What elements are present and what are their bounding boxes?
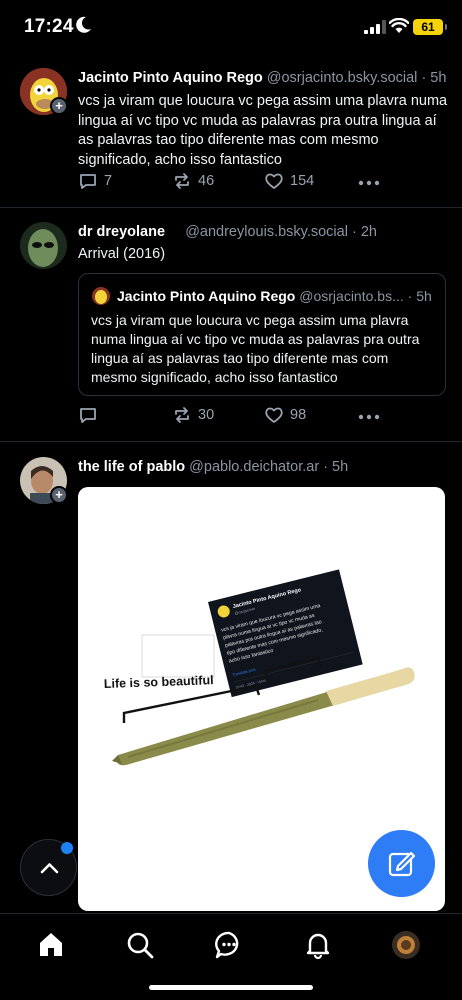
follow-plus-icon[interactable]: + <box>50 486 68 504</box>
avatar[interactable] <box>20 222 67 269</box>
more-options-button[interactable] <box>358 414 380 420</box>
like-button[interactable]: 98 <box>264 405 306 425</box>
quoted-avatar <box>92 287 110 305</box>
heart-icon <box>265 173 283 189</box>
author-name[interactable]: the life of pablo <box>78 459 185 475</box>
post-text: Arrival (2016) <box>78 246 166 262</box>
post-actions: 7 46 154 <box>78 171 418 193</box>
reply-icon <box>80 174 96 189</box>
author-handle[interactable]: @osrjacinto.bsky.social <box>267 70 418 86</box>
like-count: 98 <box>290 407 307 423</box>
quoted-author-name: Jacinto Pinto Aquino Rego <box>117 288 296 304</box>
quoted-author-handle: @osrjacinto.bs... <box>299 288 404 304</box>
quoted-header: Jacinto Pinto Aquino Rego @osrjacinto.bs… <box>117 288 435 304</box>
author-name[interactable]: dr dreyolane <box>78 224 165 240</box>
like-count: 154 <box>290 173 315 189</box>
reply-icon <box>80 408 96 423</box>
post-divider <box>0 441 462 442</box>
post-time: · 5h <box>421 70 447 86</box>
repost-button[interactable]: 46 <box>172 171 214 191</box>
more-options-button[interactable] <box>358 180 380 186</box>
more-options-icon <box>358 180 380 186</box>
meme-caption: Life is so beautiful <box>104 673 214 691</box>
post-divider <box>0 207 462 208</box>
post-header: the life of pablo @pablo.deichator.ar · … <box>78 459 348 475</box>
repost-count: 46 <box>198 173 215 189</box>
post-actions: 30 98 <box>78 405 418 427</box>
status-bar: 17:24 61 <box>0 0 462 56</box>
post-time: · 5h <box>323 459 349 475</box>
compose-icon <box>388 851 416 877</box>
avatar-image <box>20 222 67 269</box>
reply-button[interactable]: 7 <box>78 171 112 191</box>
post-header: dr dreyolane @andreylouis.bsky.social · … <box>78 224 377 240</box>
home-icon[interactable] <box>36 930 66 960</box>
reply-button[interactable] <box>78 405 104 425</box>
quoted-post[interactable]: Jacinto Pinto Aquino Rego @osrjacinto.bs… <box>78 273 446 396</box>
author-name[interactable]: Jacinto Pinto Aquino Rego <box>78 70 263 86</box>
post-text: vcs ja viram que loucura vc pega assim u… <box>78 93 448 168</box>
repost-icon <box>175 173 189 189</box>
new-posts-indicator <box>61 842 73 854</box>
chat-icon[interactable] <box>214 930 244 960</box>
more-options-icon <box>358 414 380 420</box>
compose-post-button[interactable] <box>368 830 435 897</box>
home-indicator <box>149 985 313 990</box>
author-handle[interactable]: @pablo.deichator.ar <box>189 459 319 475</box>
quoted-text: vcs ja viram que loucura vc pega assim u… <box>91 312 420 385</box>
post-time: · 2h <box>351 224 377 240</box>
follow-plus-icon[interactable]: + <box>50 97 68 115</box>
notifications-bell-icon[interactable] <box>303 930 333 960</box>
cellular-signal-icon <box>364 20 386 34</box>
quoted-time: · 5h <box>407 288 432 304</box>
heart-icon <box>265 407 283 423</box>
author-handle[interactable]: @andreylouis.bsky.social <box>185 224 348 240</box>
profile-avatar[interactable] <box>391 930 421 960</box>
moon-icon <box>76 16 91 33</box>
post-header: Jacinto Pinto Aquino Rego @osrjacinto.bs… <box>78 70 446 86</box>
search-icon[interactable] <box>125 930 155 960</box>
like-button[interactable]: 154 <box>264 171 314 191</box>
repost-button[interactable]: 30 <box>172 405 214 425</box>
reply-count: 7 <box>104 173 113 189</box>
repost-icon <box>175 407 189 423</box>
wifi-icon <box>389 18 409 33</box>
repost-count: 30 <box>198 407 215 423</box>
battery-indicator: 61 <box>413 19 447 35</box>
status-time: 17:24 <box>24 16 74 37</box>
